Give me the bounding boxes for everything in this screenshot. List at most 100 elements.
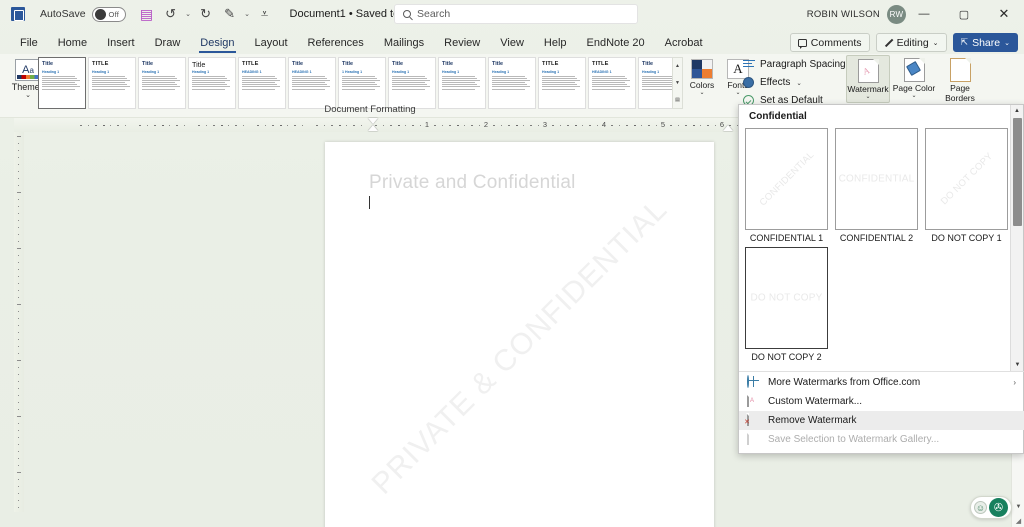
style-set-heading: Heading 1 [192,70,232,74]
undo-icon[interactable]: ↺ [160,3,182,25]
watermark-item-name: CONFIDENTIAL 2 [840,233,913,243]
autosave-control[interactable]: AutoSave Off [40,7,126,22]
tab-help[interactable]: Help [534,35,577,51]
watermark-preview[interactable]: CONFIDENTIAL [835,128,918,230]
chevron-down-icon[interactable]: ⌄ [735,91,740,96]
minimize-button[interactable]: — [904,0,944,28]
gallery-scrollbar[interactable]: ▲ ▼ ▤ [672,57,683,109]
ruler-tick [265,125,266,126]
tab-references[interactable]: References [298,35,374,51]
style-set-thumbnail[interactable]: TitleHeading 1 [638,57,674,109]
save-watermark-icon [747,433,760,446]
tab-layout[interactable]: Layout [245,35,298,51]
left-indent-marker[interactable] [368,125,378,131]
style-set-thumbnail[interactable]: TitleHeading 1 [138,57,186,109]
resize-grip-icon[interactable]: ◢ [1012,514,1024,527]
chevron-down-icon[interactable]: ⌄ [865,95,870,100]
globe-icon [747,376,760,389]
effects-button[interactable]: Effects ⌄ [742,75,857,90]
watermark-gallery-scrollbar[interactable]: ▲ ▼ [1010,105,1023,371]
tab-acrobat[interactable]: Acrobat [655,35,713,51]
watermark-gallery-item[interactable]: CONFIDENTIALCONFIDENTIAL 1 [745,128,828,243]
touch-mode-icon[interactable]: ✎ [219,3,241,25]
paragraph-spacing-button[interactable]: Paragraph Spacing ⌄ [742,57,857,72]
style-set-thumbnail[interactable]: TITLEHeading 1 [538,57,586,109]
ruler-tick [117,125,118,126]
tab-file[interactable]: File [10,35,48,51]
comments-button[interactable]: Comments [790,33,870,52]
style-set-thumbnail[interactable]: TITLEHeading 1 [88,57,136,109]
touch-caret-icon[interactable]: ⌄ [243,10,252,18]
chevron-down-icon[interactable]: ⌄ [796,79,801,87]
watermark-preview[interactable]: DO NOT COPY [925,128,1008,230]
style-set-thumbnail[interactable]: TitleHEADING 1 [288,57,336,109]
watermark-scroll-up-icon[interactable]: ▲ [1011,105,1023,117]
gallery-scroll-down-icon[interactable]: ▼ [673,75,682,92]
style-set-thumbnail[interactable]: Title1 Heading 1 [338,57,386,109]
style-set-gallery[interactable]: TitleHeading 1TITLEHeading 1TitleHeading… [36,57,674,111]
style-set-thumbnail[interactable]: TITLEHEADING 1 [238,57,286,109]
tab-review[interactable]: Review [434,35,490,51]
first-line-indent-marker[interactable] [368,118,378,124]
watermark-gallery-item[interactable]: CONFIDENTIAL CONFIDENTIAL 2 [835,128,918,243]
close-button[interactable]: ✕ [984,0,1024,28]
watermark-button[interactable]: A Watermark ⌄ [846,55,890,103]
tab-insert[interactable]: Insert [97,35,145,51]
ruler-tick [18,465,19,466]
style-set-body-lines [392,76,432,90]
customize-quick-access-icon[interactable]: ⩡ [254,3,276,25]
watermark-preview[interactable]: DO NOT COPY [745,247,828,349]
tab-home[interactable]: Home [48,35,97,51]
ruler-tick [18,234,19,235]
share-button[interactable]: ⇱ Share ⌄ [953,33,1018,52]
tab-view[interactable]: View [490,35,534,51]
page-borders-button[interactable]: Page Borders [938,55,982,103]
right-indent-marker[interactable] [723,125,733,131]
chevron-down-icon[interactable]: ⌄ [911,94,916,99]
autosave-toggle[interactable]: Off [92,7,126,22]
restore-button[interactable]: ▢ [944,0,984,28]
watermark-scroll-down-icon[interactable]: ▼ [1011,359,1024,371]
account-area[interactable]: ROBIN WILSON RW [807,0,906,28]
ruler-tick [18,227,19,228]
save-icon[interactable]: ▤ [136,3,158,25]
menu-more-watermarks-office[interactable]: More Watermarks from Office.com › [739,373,1024,392]
chevron-down-icon[interactable]: ⌄ [25,93,31,99]
tab-draw[interactable]: Draw [145,35,191,51]
watermark-preview[interactable]: CONFIDENTIAL [745,128,828,230]
tab-endnote[interactable]: EndNote 20 [577,35,655,51]
page-color-button[interactable]: Page Color ⌄ [892,55,936,103]
accessibility-checker-icon[interactable]: ☺ [974,501,987,514]
tab-design[interactable]: Design [190,35,244,51]
watermark-gallery-item[interactable]: DO NOT COPYDO NOT COPY 1 [925,128,1008,243]
custom-watermark-icon: A [747,395,760,408]
page-borders-label: Page Borders [938,83,982,103]
editor-icon[interactable]: ✇ [989,498,1008,517]
ruler-tick [294,125,295,126]
style-set-thumbnail[interactable]: TitleHeading 1 [38,57,86,109]
chevron-down-icon[interactable]: ⌄ [699,91,704,96]
scroll-down-icon[interactable]: ▼ [1012,500,1024,513]
ruler-tick-label: 1 [425,120,429,129]
undo-caret-icon[interactable]: ⌄ [184,10,193,18]
watermark-scroll-thumb[interactable] [1013,118,1022,226]
menu-remove-watermark[interactable]: ✕ Remove Watermark [739,411,1024,430]
ruler-tick [147,125,148,126]
colors-button[interactable]: Colors ⌄ [686,56,718,96]
style-set-thumbnail[interactable]: TitleHeading 1 [438,57,486,109]
style-set-thumbnail[interactable]: TitleHeading 1 [388,57,436,109]
watermark-gallery-item[interactable]: DO NOT COPYDO NOT COPY 2 [745,247,828,362]
redo-icon[interactable]: ↻ [195,3,217,25]
editor-float-button[interactable]: ☺ ✇ [970,496,1012,519]
style-set-thumbnail[interactable]: TitleHeading 1 [188,57,236,109]
ruler-tick [575,125,577,126]
editing-mode-button[interactable]: Editing ⌄ [876,33,947,52]
tab-mailings[interactable]: Mailings [374,35,434,51]
menu-custom-watermark[interactable]: A Custom Watermark... [739,392,1024,411]
gallery-scroll-up-icon[interactable]: ▲ [673,58,682,75]
style-set-thumbnail[interactable]: TitleHeading 1 [488,57,536,109]
ruler-tick [18,388,19,389]
style-set-thumbnail[interactable]: TITLEHEADING 1 [588,57,636,109]
document-page[interactable]: PRIVATE & CONFIDENTIAL Private and Confi… [325,142,714,527]
search-input[interactable]: Search [394,4,638,24]
